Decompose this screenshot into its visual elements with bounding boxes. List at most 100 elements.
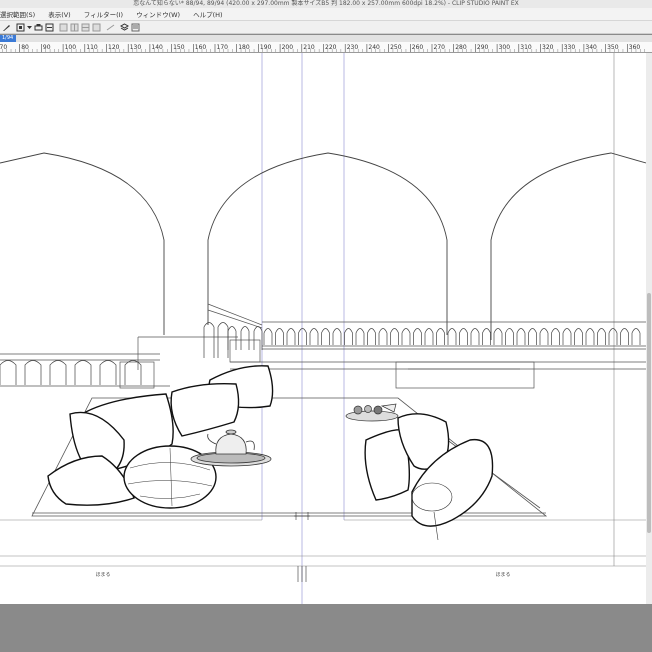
ruler-label: 180 — [238, 44, 250, 51]
balustrade-arch — [367, 328, 376, 345]
properties-icon[interactable] — [131, 23, 140, 32]
architecture-lines — [0, 303, 646, 389]
balustrade-arch — [240, 326, 250, 350]
balustrade-arch — [378, 328, 388, 345]
balustrade-arch — [424, 328, 434, 345]
balustrade-arch — [459, 328, 468, 345]
balustrade-arch — [516, 328, 526, 345]
ruler-label: 290 — [477, 44, 489, 51]
balustrade-arch — [332, 328, 342, 345]
layers-icon[interactable] — [120, 22, 129, 32]
canvas-tab-strip: 1/94 — [0, 35, 652, 42]
balustrade-arch — [263, 328, 273, 345]
canvas-tab[interactable]: 1/94 — [0, 35, 16, 42]
dropdown-icon[interactable] — [27, 23, 32, 32]
tea-tray — [190, 429, 272, 467]
menu-help[interactable]: ヘルプ(H) — [193, 9, 222, 19]
balustrade-arch — [124, 360, 142, 385]
balustrade-arch — [355, 328, 365, 345]
ruler-label: 70 — [0, 44, 7, 51]
balustrade-arch — [551, 328, 560, 345]
page-label-left: ほまる — [95, 572, 110, 578]
horizontal-ruler[interactable]: 70 80 90 100 110 120 130 140 150 160 170 180 190 200 2… — [0, 42, 652, 53]
balustrade-arch — [298, 328, 307, 345]
ruler-label: 240 — [368, 44, 380, 51]
scroll-thumb[interactable] — [647, 293, 651, 533]
workspace-background — [0, 604, 652, 652]
balustrade-arch — [99, 360, 117, 385]
balustrade-arch — [482, 328, 491, 345]
page-icon[interactable] — [70, 23, 79, 32]
balustrade-arch — [390, 328, 399, 345]
balustrade-arch — [562, 328, 572, 345]
ruler-label: 340 — [585, 44, 597, 51]
balustrade-arch — [413, 328, 422, 345]
ruler-label: 140 — [151, 44, 163, 51]
balustrade-arch — [585, 328, 595, 345]
balustrade-arch — [447, 328, 457, 345]
page-icon[interactable] — [92, 23, 101, 32]
balustrade-arch — [574, 328, 583, 345]
command-bar — [0, 21, 652, 34]
balustrade-arch — [597, 328, 606, 345]
balustrade-arch — [321, 328, 330, 345]
cushions-right — [364, 413, 494, 527]
pen-icon[interactable] — [2, 23, 11, 32]
balustrade-arch — [436, 328, 445, 345]
menu-selection[interactable]: 選択範囲(S) — [0, 9, 35, 19]
balustrade-arch — [309, 328, 319, 345]
balustrade-arch — [217, 322, 229, 358]
ruler-label: 230 — [347, 44, 359, 51]
ruler-label: 300 — [499, 44, 511, 51]
ruler-label: 270 — [434, 44, 446, 51]
page-icon[interactable] — [59, 23, 68, 32]
menu-view[interactable]: 表示(V) — [48, 9, 71, 19]
balustrade-arch — [344, 328, 353, 345]
arch-right — [490, 152, 646, 340]
drawing-canvas[interactable]: ほまる ほまる — [0, 53, 646, 604]
balustrade-arch — [608, 328, 618, 345]
ruler-label: 100 — [65, 44, 77, 51]
ruler-label: 310 — [520, 44, 532, 51]
page-icon[interactable] — [45, 23, 54, 32]
ruler-label: 260 — [412, 44, 424, 51]
ruler-label: 210 — [303, 44, 315, 51]
ruler-label: 350 — [607, 44, 619, 51]
balustrade-arch — [493, 328, 503, 345]
balustrade-arch — [505, 328, 514, 345]
balustrade-arch — [253, 326, 263, 350]
menu-filter[interactable]: フィルター(I) — [84, 9, 123, 19]
balustrade-arch — [74, 360, 92, 385]
balustrade-arch — [227, 326, 237, 350]
balustrade-arch — [203, 322, 215, 358]
balustrade-arch — [631, 328, 641, 345]
ruler-label: 330 — [564, 44, 576, 51]
balustrade-arch — [401, 328, 411, 345]
ruler-label: 280 — [455, 44, 467, 51]
print-icon[interactable] — [34, 23, 43, 32]
ruler-label: 250 — [390, 44, 402, 51]
balustrade-arch — [620, 328, 629, 345]
ruler-label: 80 — [21, 44, 29, 51]
fruit-plate — [345, 403, 399, 422]
balustrade-arch — [49, 360, 67, 385]
balustrade-arch — [0, 360, 17, 385]
ruler-label: 220 — [325, 44, 337, 51]
frame-icon[interactable] — [16, 23, 25, 32]
ruler-label: 110 — [86, 44, 98, 51]
ruler-label: 130 — [130, 44, 142, 51]
ruler-label: 160 — [195, 44, 207, 51]
artwork: ほまる ほまる — [0, 53, 646, 604]
vertical-scrollbar[interactable] — [646, 53, 652, 604]
menu-bar: 選択範囲(S) 表示(V) フィルター(I) ウィンドウ(W) ヘルプ(H) — [0, 8, 652, 21]
balustrade-arch — [286, 328, 296, 345]
transform-icon[interactable] — [106, 23, 115, 32]
page-icon[interactable] — [81, 23, 90, 32]
menu-window[interactable]: ウィンドウ(W) — [136, 9, 180, 19]
ruler-label: 90 — [43, 44, 51, 51]
balustrade-arch — [528, 328, 537, 345]
ruler-label: 190 — [260, 44, 272, 51]
arch-center — [207, 152, 448, 335]
balustrade-arch — [539, 328, 549, 345]
window-title: 恋なんて知らない* 88/94, 89/94 (420.00 x 297.00m… — [0, 0, 652, 8]
